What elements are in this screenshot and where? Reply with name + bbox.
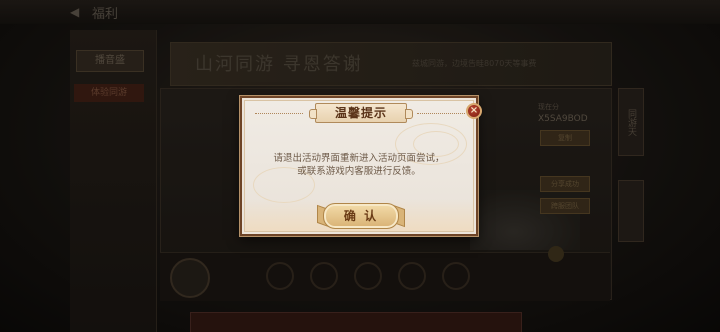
notice-dialog: 温馨提示 请退出活动界面重新进入活动页面尝试， 或联系游戏内客服进行反馈。 确 … — [240, 96, 478, 236]
dialog-message: 请退出活动界面重新进入活动页面尝试， 或联系游戏内客服进行反馈。 — [245, 152, 473, 178]
dialog-title: 温馨提示 — [334, 106, 387, 120]
header-divider-right — [417, 113, 465, 114]
confirm-button[interactable]: 确 认 — [323, 203, 399, 229]
dialog-title-plaque: 温馨提示 — [309, 103, 413, 123]
close-icon[interactable]: × — [466, 103, 482, 119]
header-divider-left — [255, 113, 303, 114]
dialog-message-line: 或联系游戏内客服进行反馈。 — [297, 166, 421, 177]
dialog-body: 温馨提示 请退出活动界面重新进入活动页面尝试， 或联系游戏内客服进行反馈。 确 … — [244, 100, 474, 232]
game-screen: ◀ 福利 播音盛 体验同游 山河同游 寻恩答谢 兹城同游，边境告畦8070天等事… — [0, 0, 720, 332]
dialog-message-line: 请退出活动界面重新进入活动页面尝试， — [273, 153, 445, 164]
